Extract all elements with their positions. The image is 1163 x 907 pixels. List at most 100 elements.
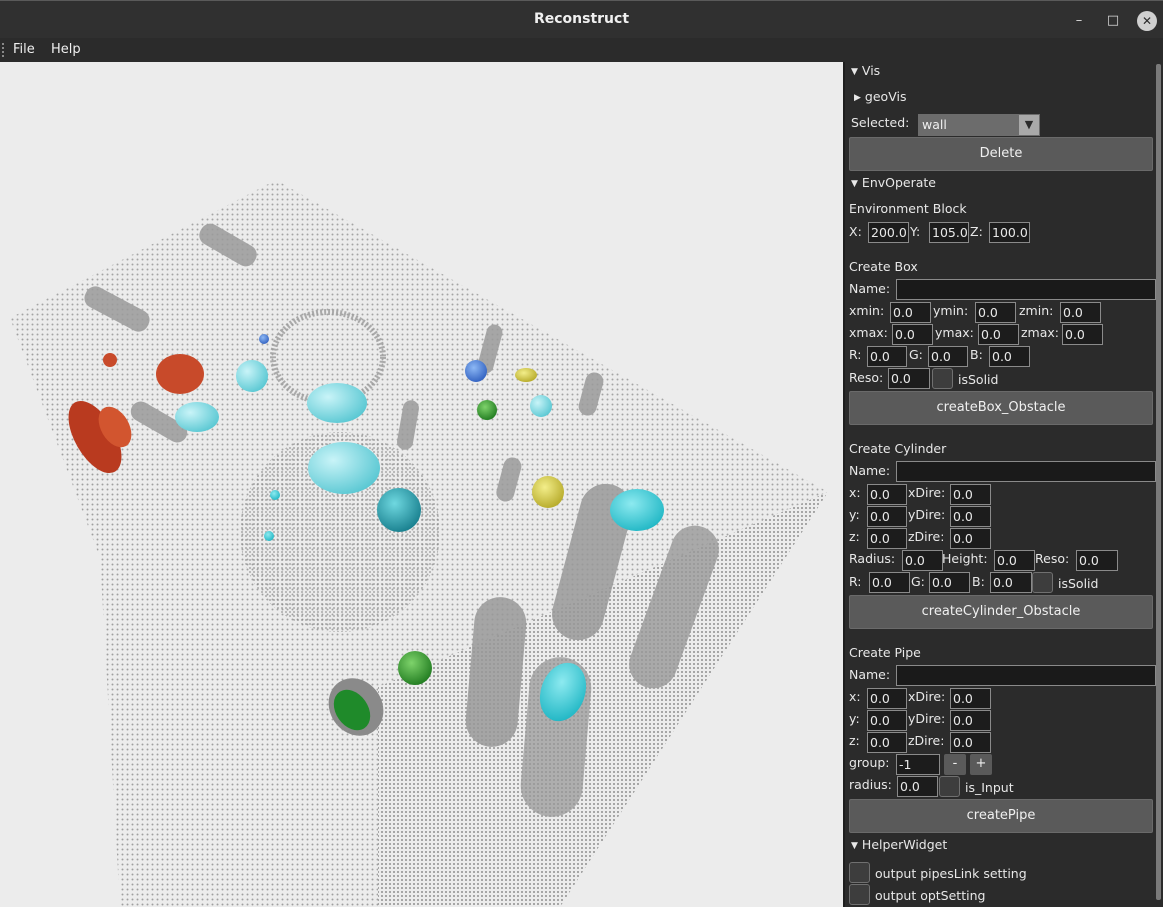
blue-sphere bbox=[465, 360, 487, 382]
pipe-xdire-field[interactable]: 0.0 bbox=[950, 688, 991, 709]
cyl-xdire-field[interactable]: 0.0 bbox=[950, 484, 991, 505]
3d-viewport[interactable] bbox=[0, 62, 845, 907]
box-xmin-label: xmin: bbox=[849, 303, 885, 318]
pipe-ydire-field[interactable]: 0.0 bbox=[950, 710, 991, 731]
box-ymin-field[interactable]: 0.0 bbox=[975, 302, 1016, 323]
cyl-x-field[interactable]: 0.0 bbox=[867, 484, 907, 505]
triangle-down-icon: ▼ bbox=[851, 67, 858, 77]
cyl-b-field[interactable]: 0.0 bbox=[990, 572, 1032, 593]
pipe-ydire-label: yDire: bbox=[908, 711, 946, 726]
section-envoperate-label: EnvOperate bbox=[861, 175, 936, 190]
cyl-radius-field[interactable]: 0.0 bbox=[902, 550, 943, 571]
box-reso-field[interactable]: 0.0 bbox=[888, 368, 930, 389]
triangle-right-icon: ▶ bbox=[854, 93, 861, 103]
section-envoperate[interactable]: ▼ EnvOperate bbox=[851, 175, 936, 190]
group-decrement-button[interactable]: - bbox=[944, 754, 966, 775]
control-panel: ▼ Vis ▶ geoVis Selected: wall ▼ Delete ▼ En… bbox=[846, 62, 1163, 907]
cyl-zdire-field[interactable]: 0.0 bbox=[950, 528, 991, 549]
env-x-field[interactable]: 200.0 bbox=[868, 222, 909, 243]
create-pipe-button[interactable]: createPipe bbox=[849, 799, 1153, 833]
env-y-field[interactable]: 105.0 bbox=[929, 222, 969, 243]
box-name-field[interactable] bbox=[896, 279, 1156, 300]
minimize-icon[interactable]: – bbox=[1069, 11, 1089, 31]
red-cone bbox=[156, 354, 204, 394]
yellow-sphere bbox=[532, 476, 564, 508]
create-cylinder-button[interactable]: createCylinder_Obstacle bbox=[849, 595, 1153, 629]
output-pipeslink-checkbox[interactable] bbox=[849, 862, 870, 883]
cyan-sphere bbox=[236, 360, 268, 392]
box-ymin-label: ymin: bbox=[933, 303, 969, 318]
point-cloud-scene[interactable] bbox=[0, 62, 845, 907]
cyl-z-field[interactable]: 0.0 bbox=[867, 528, 907, 549]
output-optsetting-label: output optSetting bbox=[875, 888, 986, 903]
cyl-y-field[interactable]: 0.0 bbox=[867, 506, 907, 527]
cyl-height-field[interactable]: 0.0 bbox=[994, 550, 1035, 571]
pipe-zdire-field[interactable]: 0.0 bbox=[950, 732, 991, 753]
pipe-group-label: group: bbox=[849, 755, 890, 770]
cyan-disc bbox=[307, 383, 367, 423]
box-xmin-field[interactable]: 0.0 bbox=[890, 302, 931, 323]
pipe-radius-field[interactable]: 0.0 bbox=[897, 776, 938, 797]
cyan-disc-large bbox=[610, 489, 664, 531]
pipe-group-field[interactable]: -1 bbox=[896, 754, 940, 775]
output-optsetting-checkbox[interactable] bbox=[849, 884, 870, 905]
pipe-radius-label: radius: bbox=[849, 777, 892, 792]
section-geovis[interactable]: ▶ geoVis bbox=[854, 89, 906, 104]
close-icon[interactable]: ✕ bbox=[1137, 11, 1157, 31]
cyl-y-label: y: bbox=[849, 507, 860, 522]
menu-help[interactable]: Help bbox=[51, 42, 81, 57]
pipe-isinput-checkbox[interactable] bbox=[939, 776, 960, 797]
box-ymax-field[interactable]: 0.0 bbox=[978, 324, 1019, 345]
pipe-isinput-label: is_Input bbox=[965, 780, 1014, 795]
pipe-name-field[interactable] bbox=[896, 665, 1156, 686]
pipe-z-field[interactable]: 0.0 bbox=[867, 732, 907, 753]
pipe-y-field[interactable]: 0.0 bbox=[867, 710, 907, 731]
scrollbar[interactable] bbox=[1156, 64, 1161, 900]
box-xmax-field[interactable]: 0.0 bbox=[892, 324, 933, 345]
menu-file[interactable]: File bbox=[13, 42, 35, 57]
small-cyan-sphere bbox=[270, 490, 280, 500]
pipe-x-label: x: bbox=[849, 689, 861, 704]
section-helperwidget[interactable]: ▼ HelperWidget bbox=[851, 837, 947, 852]
delete-button[interactable]: Delete bbox=[849, 137, 1153, 171]
cyl-r-field[interactable]: 0.0 bbox=[869, 572, 910, 593]
box-r-field[interactable]: 0.0 bbox=[867, 346, 907, 367]
cyl-radius-label: Radius: bbox=[849, 551, 896, 566]
cyl-g-field[interactable]: 0.0 bbox=[929, 572, 970, 593]
cyl-z-label: z: bbox=[849, 529, 860, 544]
cyl-zdire-label: zDire: bbox=[908, 529, 945, 544]
pipe-x-field[interactable]: 0.0 bbox=[867, 688, 907, 709]
title-bar: Reconstruct – □ ✕ bbox=[0, 0, 1163, 38]
env-z-field[interactable]: 100.0 bbox=[989, 222, 1030, 243]
cyl-name-field[interactable] bbox=[896, 461, 1156, 482]
cyl-g-label: G: bbox=[911, 574, 925, 589]
env-z-label: Z: bbox=[970, 224, 983, 239]
create-box-button[interactable]: createBox_Obstacle bbox=[849, 391, 1153, 425]
section-helperwidget-label: HelperWidget bbox=[861, 837, 948, 852]
pipe-xdire-label: xDire: bbox=[908, 689, 946, 704]
section-vis[interactable]: ▼ Vis bbox=[851, 63, 880, 78]
cyl-b-label: B: bbox=[972, 574, 985, 589]
selected-dropdown[interactable]: wall ▼ bbox=[918, 114, 1040, 136]
group-increment-button[interactable]: + bbox=[970, 754, 992, 775]
section-geovis-label: geoVis bbox=[864, 89, 907, 104]
box-g-label: G: bbox=[909, 347, 923, 362]
green-sphere bbox=[398, 651, 432, 685]
box-issolid-checkbox[interactable] bbox=[932, 368, 953, 389]
box-name-label: Name: bbox=[849, 281, 891, 296]
teal-sphere bbox=[377, 488, 421, 532]
cyl-reso-field[interactable]: 0.0 bbox=[1076, 550, 1118, 571]
box-g-field[interactable]: 0.0 bbox=[928, 346, 968, 367]
box-zmax-field[interactable]: 0.0 bbox=[1062, 324, 1103, 345]
triangle-down-icon: ▼ bbox=[851, 179, 858, 189]
yellow-disc bbox=[515, 368, 537, 382]
maximize-icon[interactable]: □ bbox=[1103, 11, 1123, 31]
box-zmin-field[interactable]: 0.0 bbox=[1060, 302, 1101, 323]
box-b-label: B: bbox=[970, 347, 983, 362]
box-r-label: R: bbox=[849, 347, 862, 362]
pipe-zdire-label: zDire: bbox=[908, 733, 945, 748]
box-zmax-label: zmax: bbox=[1021, 325, 1060, 340]
cyl-ydire-field[interactable]: 0.0 bbox=[950, 506, 991, 527]
box-b-field[interactable]: 0.0 bbox=[989, 346, 1030, 367]
cyl-issolid-checkbox[interactable] bbox=[1032, 572, 1053, 593]
